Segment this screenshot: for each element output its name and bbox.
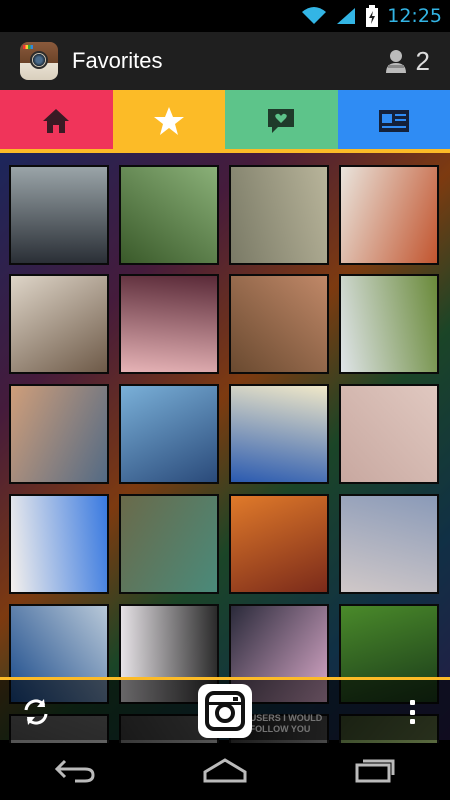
photo-thumbnail[interactable]: [9, 494, 109, 594]
home-icon: [43, 109, 70, 133]
photo-thumbnail[interactable]: [339, 165, 439, 265]
clock: 12:25: [387, 5, 442, 27]
battery-icon: [366, 5, 379, 27]
action-bar: Favorites 2: [0, 32, 450, 90]
tab-news[interactable]: [225, 90, 338, 152]
photo-grid: IO USERS I WOULD FOLLOW YOU: [0, 153, 450, 743]
overflow-dot: [409, 719, 415, 724]
photo-thumbnail[interactable]: [229, 384, 329, 484]
wifi-icon: [302, 7, 327, 24]
photo-thumbnail[interactable]: [339, 384, 439, 484]
photo-thumbnail[interactable]: [229, 274, 329, 374]
tab-favorites[interactable]: [112, 90, 225, 152]
photo-thumbnail[interactable]: [229, 494, 329, 594]
tab-bar: [0, 90, 450, 152]
back-icon[interactable]: [53, 757, 97, 783]
recents-icon[interactable]: [353, 757, 397, 783]
photo-thumbnail[interactable]: [119, 274, 219, 374]
camera-icon: [205, 691, 245, 731]
user-icon: [385, 50, 406, 73]
tab-home[interactable]: [0, 90, 113, 152]
home-nav-icon[interactable]: [202, 757, 248, 783]
overflow-dot: [409, 700, 415, 705]
heart-speech-icon: [268, 109, 295, 133]
photo-thumbnail[interactable]: [339, 274, 439, 374]
user-count-button[interactable]: 2: [384, 46, 430, 77]
refresh-icon: [24, 699, 48, 725]
tab-feed[interactable]: [337, 90, 450, 152]
system-nav-bar: [0, 740, 450, 800]
user-count-label: 2: [415, 45, 430, 76]
refresh-button[interactable]: [20, 696, 52, 728]
camera-button[interactable]: [198, 684, 252, 738]
overflow-dot: [409, 709, 415, 715]
app-logo[interactable]: [20, 42, 58, 80]
signal-icon: [337, 8, 356, 24]
photo-thumbnail[interactable]: [339, 494, 439, 594]
photo-thumbnail[interactable]: [9, 165, 109, 265]
photo-thumbnail[interactable]: [119, 494, 219, 594]
photo-thumbnail[interactable]: [229, 165, 329, 265]
photo-thumbnail[interactable]: [119, 165, 219, 265]
page-title: Favorites: [72, 48, 163, 73]
photo-thumbnail[interactable]: [119, 384, 219, 484]
photo-thumbnail[interactable]: [9, 384, 109, 484]
toolbar-divider: [0, 677, 450, 680]
photo-thumbnail[interactable]: [9, 274, 109, 374]
overflow-menu-button[interactable]: [404, 698, 420, 726]
star-icon: [153, 107, 184, 135]
newspaper-icon: [378, 110, 409, 132]
status-bar: 12:25: [0, 0, 450, 32]
